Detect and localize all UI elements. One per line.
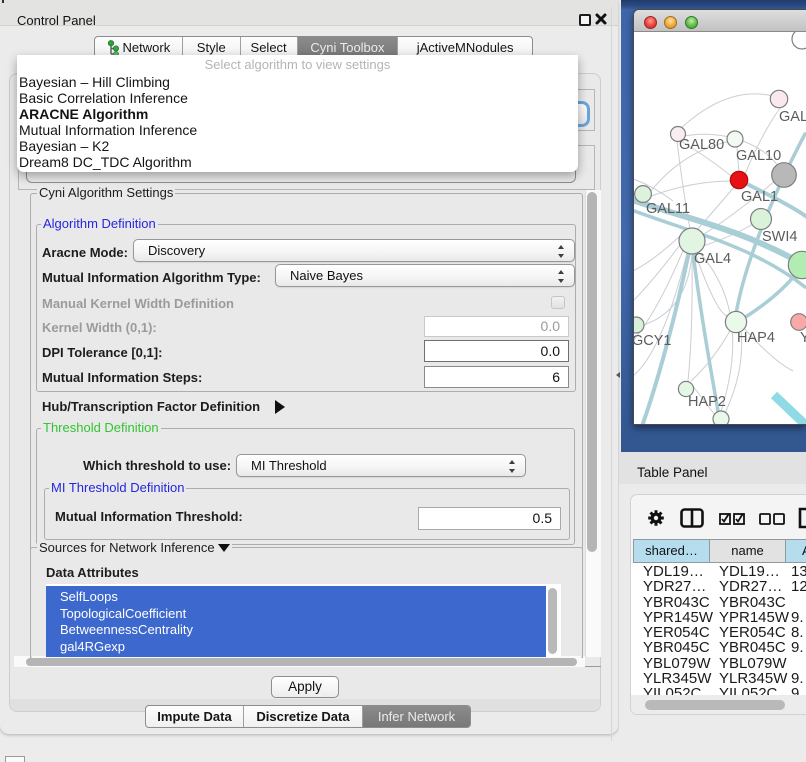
svg-text:HAP4: HAP4 [737,330,775,346]
svg-text:GAL11: GAL11 [646,201,690,217]
svg-text:Y: Y [800,330,806,346]
svg-text:GAL2: GAL2 [779,109,806,125]
svg-text:SWI4: SWI4 [762,229,797,245]
svg-text:GAL1: GAL1 [741,189,778,205]
svg-text:GCY1: GCY1 [634,333,672,349]
svg-text:HAP2: HAP2 [688,394,726,410]
svg-text:GAL80: GAL80 [679,137,724,153]
svg-text:GAL4: GAL4 [694,251,731,267]
svg-text:GAL10: GAL10 [736,148,781,164]
